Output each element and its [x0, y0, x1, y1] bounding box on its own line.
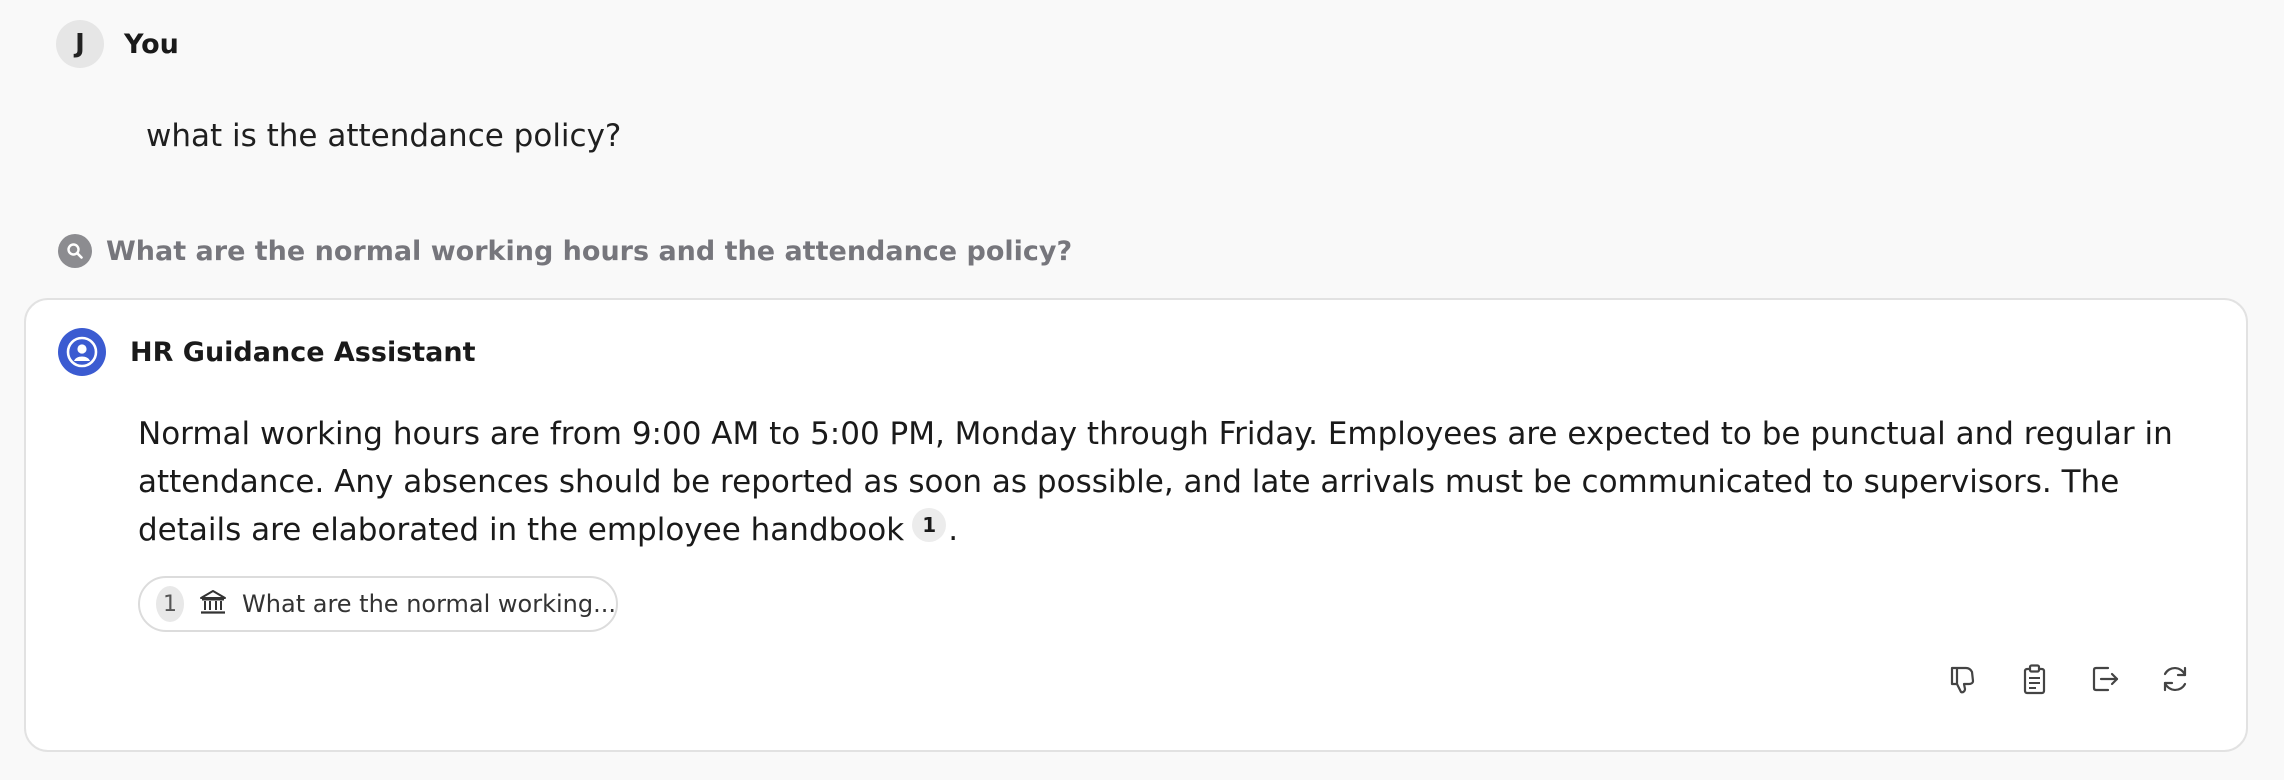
user-circle-icon: [58, 328, 106, 376]
answer-text: Normal working hours are from 9:00 AM to…: [138, 416, 2173, 548]
source-chip[interactable]: 1 What are the normal working...: [138, 576, 618, 632]
refresh-icon: [2163, 666, 2187, 692]
clipboard-icon: [2023, 664, 2046, 695]
answer-end: .: [948, 512, 959, 548]
user-message: what is the attendance policy?: [146, 118, 622, 154]
copy-button[interactable]: [2016, 660, 2054, 698]
bank-icon: [198, 587, 228, 621]
response-actions: [1946, 660, 2194, 698]
regenerate-button[interactable]: [2156, 660, 2194, 698]
export-icon: [2092, 666, 2119, 692]
user-header: J You: [56, 20, 179, 68]
source-number: 1: [156, 586, 185, 622]
thumbs-down-button[interactable]: [1946, 660, 1984, 698]
assistant-response-card: HR Guidance Assistant Normal working hou…: [24, 298, 2248, 752]
assistant-header: HR Guidance Assistant: [58, 328, 476, 376]
thumbs-down-icon: [1950, 666, 1975, 694]
assistant-answer: Normal working hours are from 9:00 AM to…: [138, 410, 2218, 554]
assistant-name: HR Guidance Assistant: [130, 336, 476, 368]
search-query-text: What are the normal working hours and th…: [106, 235, 1073, 267]
user-name: You: [124, 28, 179, 60]
search-icon: [58, 234, 92, 268]
export-button[interactable]: [2086, 660, 2124, 698]
citation-marker[interactable]: 1: [912, 508, 947, 542]
search-query-row: What are the normal working hours and th…: [58, 234, 1072, 268]
user-avatar: J: [56, 20, 104, 68]
source-label: What are the normal working...: [242, 590, 616, 618]
